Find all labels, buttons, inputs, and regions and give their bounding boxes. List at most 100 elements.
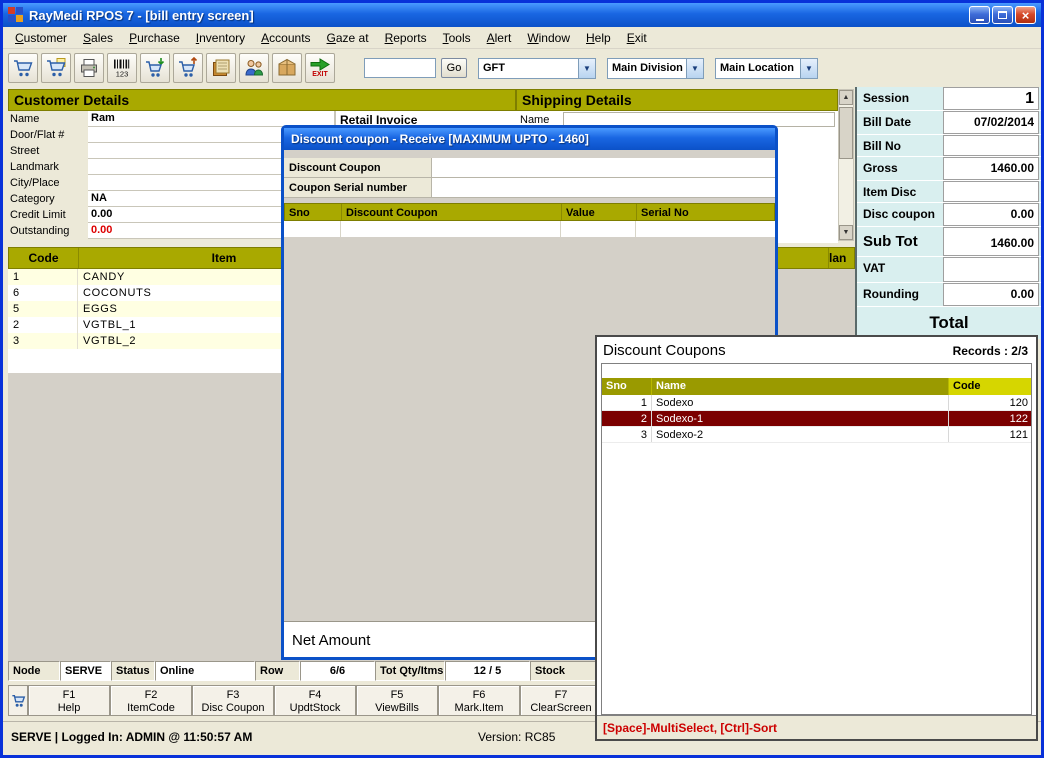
rounding-label: Rounding <box>857 283 943 306</box>
exit-icon <box>309 58 331 71</box>
f6-mark-item-button[interactable]: F6Mark.Item <box>438 685 520 716</box>
menu-reports[interactable]: Reports <box>377 28 435 48</box>
coupon-serial-input[interactable] <box>432 178 775 197</box>
stock-label: Stock <box>530 661 596 681</box>
ledger-icon <box>210 57 232 79</box>
edit-bill-button[interactable] <box>41 53 71 83</box>
chevron-down-icon[interactable]: ▼ <box>686 59 703 78</box>
shipping-details-header: Shipping Details <box>516 89 838 111</box>
bill-no-label: Bill No <box>857 135 943 156</box>
title-bar: RayMedi RPOS 7 - [bill entry screen] × <box>3 3 1041 27</box>
app-logo-icon <box>8 7 24 23</box>
sub-tot-label: Sub Tot <box>857 227 943 256</box>
scroll-up-icon[interactable]: ▲ <box>839 90 853 105</box>
scroll-thumb[interactable] <box>839 107 853 159</box>
field-label: Name <box>8 111 88 127</box>
company-combo-value: GFT <box>479 62 578 74</box>
item-disc-label: Item Disc <box>857 181 943 202</box>
menu-window[interactable]: Window <box>519 28 578 48</box>
ledger-button[interactable] <box>206 53 236 83</box>
f7-clearscreen-button[interactable]: F7ClearScreen <box>520 685 602 716</box>
minimize-button[interactable] <box>969 6 990 24</box>
barcode-button[interactable]: 123 <box>107 53 137 83</box>
menu-accounts[interactable]: Accounts <box>253 28 318 48</box>
quick-search-input[interactable] <box>364 58 436 78</box>
menu-exit[interactable]: Exit <box>619 28 655 48</box>
dialog-empty-row[interactable] <box>284 221 775 237</box>
discount-coupons-popup: Discount Coupons Records : 2/3 Sno Name … <box>595 335 1038 741</box>
dialog-title-bar: Discount coupon - Receive [MAXIMUM UPTO … <box>284 128 775 150</box>
f1-help-button[interactable]: F1Help <box>28 685 110 716</box>
details-scrollbar[interactable]: ▲ ▼ <box>838 89 854 241</box>
status-bar: Node SERVE Status Online Row 6/6 Tot Qty… <box>8 661 596 681</box>
tot-qty-value: 12 / 5 <box>445 661 530 681</box>
f5-viewbills-button[interactable]: F5ViewBills <box>356 685 438 716</box>
customers-button[interactable] <box>239 53 269 83</box>
menu-tools[interactable]: Tools <box>435 28 479 48</box>
field-label: Street <box>8 143 88 159</box>
code-column-header[interactable]: Code <box>949 378 1031 395</box>
discount-coupon-input[interactable] <box>432 158 775 177</box>
field-label: Category <box>8 191 88 207</box>
dialog-table-header: Sno Discount Coupon Value Serial No <box>284 203 775 221</box>
printer-icon <box>78 57 100 79</box>
go-button[interactable]: Go <box>441 58 467 78</box>
print-button[interactable] <box>74 53 104 83</box>
disc-coupon-value: 0.00 <box>943 203 1039 226</box>
coupon-row-selected[interactable]: 2 Sodexo-1 122 <box>602 411 1031 427</box>
field-label: Landmark <box>8 159 88 175</box>
exit-button[interactable]: EXIT <box>305 53 335 83</box>
cart-receive-icon <box>144 57 166 79</box>
company-combo[interactable]: GFT ▼ <box>478 58 596 79</box>
restore-icon <box>998 11 1007 19</box>
receive-stock-button[interactable] <box>140 53 170 83</box>
status-value: Online <box>155 661 255 681</box>
coupon-row[interactable]: 1 Sodexo 120 <box>602 395 1031 411</box>
sno-column-header[interactable]: Sno <box>602 378 652 395</box>
coupons-list-header: Sno Name Code <box>602 378 1031 395</box>
bill-date-value: 07/02/2014 <box>943 111 1039 134</box>
f3-disc-coupon-button[interactable]: F3Disc Coupon <box>192 685 274 716</box>
menu-alert[interactable]: Alert <box>479 28 520 48</box>
menu-inventory[interactable]: Inventory <box>188 28 253 48</box>
stock-parcel-button[interactable] <box>272 53 302 83</box>
f2-itemcode-button[interactable]: F2ItemCode <box>110 685 192 716</box>
menu-purchase[interactable]: Purchase <box>121 28 188 48</box>
row-label: Row <box>255 661 300 681</box>
name-column-header[interactable]: Name <box>652 378 949 395</box>
restore-button[interactable] <box>992 6 1013 24</box>
issue-stock-button[interactable] <box>173 53 203 83</box>
row-value: 6/6 <box>300 661 375 681</box>
division-combo[interactable]: Main Division ▼ <box>607 58 704 79</box>
session-label: Session <box>857 87 943 110</box>
status-label: Status <box>111 661 155 681</box>
svg-text:123: 123 <box>116 70 129 79</box>
chevron-down-icon[interactable]: ▼ <box>800 59 817 78</box>
field-label: Door/Flat # <box>8 127 88 143</box>
function-key-bar: F1Help F2ItemCode F3Disc Coupon F4UpdtSt… <box>8 685 602 717</box>
minimize-icon <box>976 19 984 21</box>
customers-icon <box>243 57 265 79</box>
exit-label: EXIT <box>312 71 328 78</box>
close-button[interactable]: × <box>1015 6 1036 24</box>
new-bill-button[interactable] <box>8 53 38 83</box>
f4-updtstock-button[interactable]: F4UpdtStock <box>274 685 356 716</box>
gross-value: 1460.00 <box>943 157 1039 180</box>
location-combo[interactable]: Main Location ▼ <box>715 58 818 79</box>
menu-help[interactable]: Help <box>578 28 619 48</box>
records-count: Records : 2/3 <box>953 344 1028 358</box>
bill-cart-icon <box>12 57 34 79</box>
menu-sales[interactable]: Sales <box>75 28 121 48</box>
chevron-down-icon[interactable]: ▼ <box>578 59 595 78</box>
mini-cart-icon <box>11 693 26 708</box>
field-label: City/Place <box>8 175 88 191</box>
node-label: Node <box>8 661 60 681</box>
scroll-down-icon[interactable]: ▼ <box>839 225 853 240</box>
mini-cart-button[interactable] <box>8 685 28 716</box>
partial-column-header: lan <box>828 248 854 268</box>
coupon-row[interactable]: 3 Sodexo-2 121 <box>602 427 1031 443</box>
vat-value <box>943 257 1039 282</box>
menu-customer[interactable]: Customer <box>7 28 75 48</box>
menu-gaze-at[interactable]: Gaze at <box>319 28 377 48</box>
field-label: Credit Limit <box>8 207 88 223</box>
